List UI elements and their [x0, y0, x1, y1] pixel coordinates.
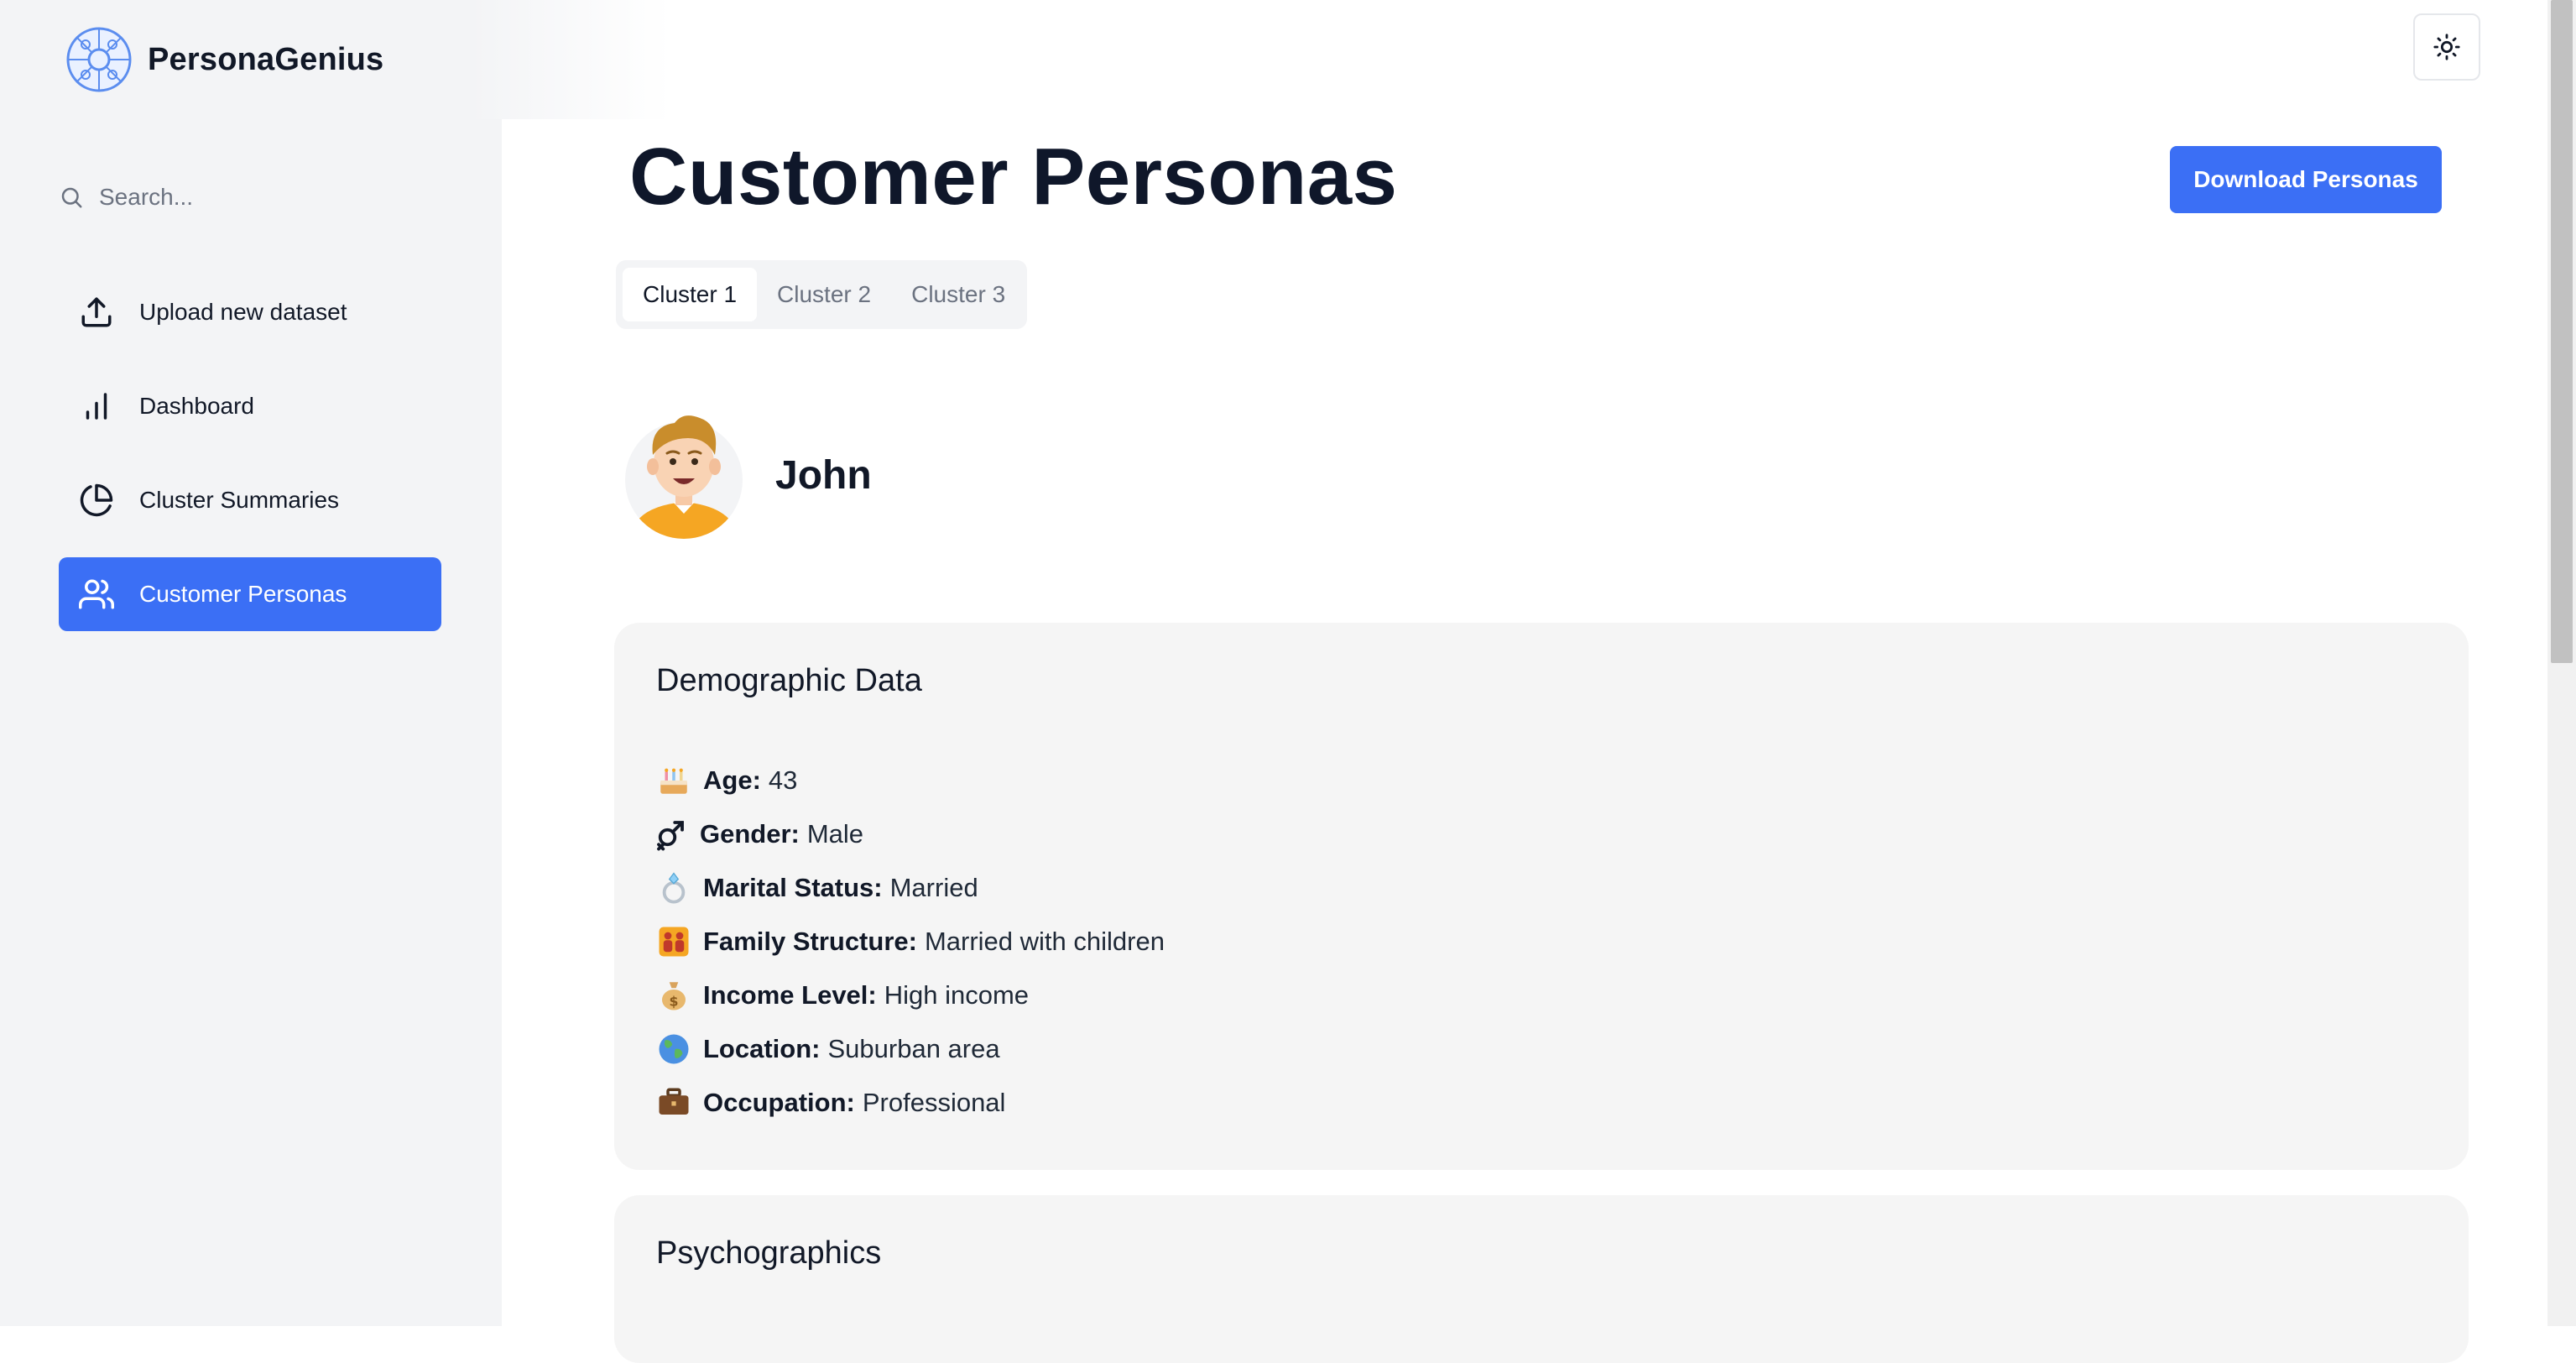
attr-value: Suburban area [827, 1034, 1000, 1063]
download-personas-button[interactable]: Download Personas [2170, 146, 2442, 213]
attr-value: Married with children [924, 927, 1165, 956]
demographic-card: Demographic Data Age: 43 Gender: Male Ma… [614, 623, 2469, 1170]
sidebar-item-label: Upload new dataset [139, 299, 347, 325]
money-bag-icon: $ [662, 982, 686, 1010]
ring-icon [662, 872, 686, 904]
attr-value: High income [884, 980, 1030, 1010]
list-item: Gender: Male [653, 807, 1165, 861]
persona-header: John [623, 408, 872, 542]
scrollbar[interactable] [2547, 0, 2576, 1326]
upload-icon [81, 297, 112, 327]
list-item: Location: Suburban area [656, 1022, 1165, 1076]
card-title: Demographic Data [656, 663, 922, 698]
demographic-list: Age: 43 Gender: Male Marital Status: Mar… [656, 754, 1165, 1130]
attr-label: Gender: [700, 819, 800, 849]
list-item: Marital Status: Married [656, 861, 1165, 915]
bar-chart-icon [86, 393, 107, 420]
card-title: Psychographics [656, 1235, 882, 1271]
attr-label: Age: [703, 765, 761, 795]
brand: PersonaGenius [0, 0, 671, 119]
attr-value: 43 [768, 765, 798, 795]
tab-cluster-2[interactable]: Cluster 2 [757, 268, 891, 321]
cake-icon [660, 768, 687, 794]
attr-value: Married [889, 873, 978, 902]
sidebar-item-label: Dashboard [139, 393, 254, 419]
list-item: Family Structure: Married with children [656, 915, 1165, 969]
theme-toggle-button[interactable] [2413, 13, 2480, 81]
list-item: Occupation: Professional [656, 1076, 1165, 1130]
tab-cluster-1[interactable]: Cluster 1 [623, 268, 758, 321]
cluster-tabs: Cluster 1 Cluster 2 Cluster 3 [616, 260, 1027, 329]
sidebar: Upload new dataset Dashboard Cluster Sum… [0, 119, 502, 1326]
persona-name: John [775, 452, 872, 498]
sidebar-item-cluster-summaries[interactable]: Cluster Summaries [59, 463, 441, 537]
attr-label: Occupation: [703, 1088, 855, 1117]
sidebar-nav: Upload new dataset Dashboard Cluster Sum… [59, 275, 441, 651]
list-item: $ Income Level: High income [656, 969, 1165, 1022]
sidebar-item-upload[interactable]: Upload new dataset [59, 275, 441, 349]
attr-value: Male [806, 819, 864, 849]
sidebar-item-label: Cluster Summaries [139, 487, 340, 513]
attr-value: Professional [862, 1088, 1006, 1117]
page-title: Customer Personas [629, 132, 1398, 222]
app-name: PersonaGenius [148, 41, 384, 77]
scrollbar-thumb[interactable] [2551, 0, 2573, 663]
briefcase-icon [659, 1088, 689, 1115]
family-icon [659, 927, 689, 957]
attr-label: Marital Status: [703, 873, 883, 902]
gender-icon [657, 821, 684, 851]
users-icon [79, 579, 114, 609]
persona-genius-logo-icon [66, 27, 132, 92]
attr-label: Family Structure: [703, 927, 917, 956]
search-box[interactable] [59, 171, 453, 223]
sidebar-item-customer-personas[interactable]: Customer Personas [59, 557, 441, 631]
sun-icon [2433, 34, 2460, 60]
pie-chart-icon [80, 483, 113, 517]
psychographics-card: Psychographics [614, 1195, 2469, 1363]
svg-text:$: $ [670, 993, 679, 1009]
search-input[interactable] [99, 184, 418, 211]
sidebar-item-label: Customer Personas [139, 581, 347, 607]
sidebar-item-dashboard[interactable]: Dashboard [59, 369, 441, 443]
tab-cluster-3[interactable]: Cluster 3 [891, 268, 1025, 321]
avatar [625, 415, 743, 539]
attr-label: Income Level: [703, 980, 877, 1010]
search-icon [61, 187, 82, 208]
attr-label: Location: [703, 1034, 821, 1063]
globe-icon [659, 1034, 689, 1064]
list-item: Age: 43 [656, 754, 1165, 807]
